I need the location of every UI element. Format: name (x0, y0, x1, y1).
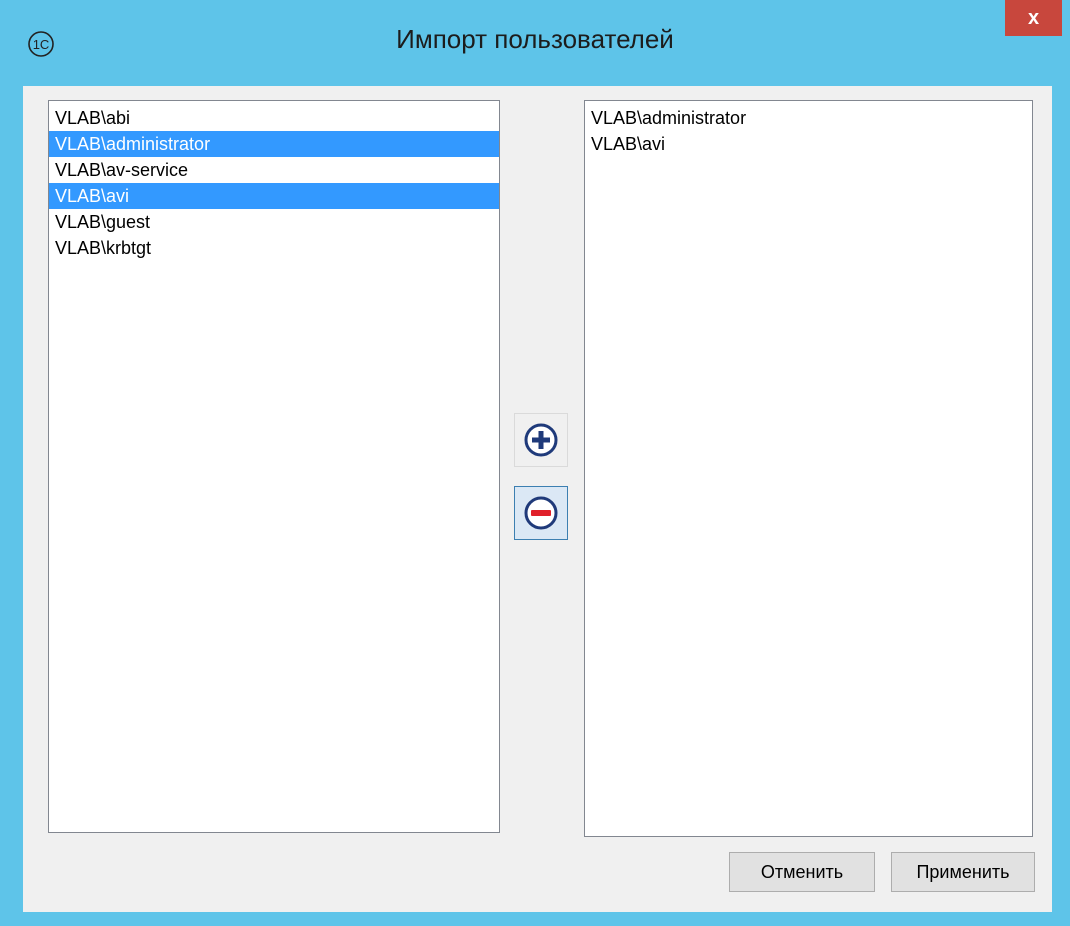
remove-button[interactable] (514, 486, 568, 540)
window-title: Импорт пользователей (396, 24, 674, 54)
list-item[interactable]: VLAB\avi (49, 183, 499, 209)
close-button[interactable]: x (1005, 0, 1062, 36)
list-item[interactable]: VLAB\av-service (49, 157, 499, 183)
list-item[interactable]: VLAB\administrator (49, 131, 499, 157)
dialog-body: VLAB\abi VLAB\administrator VLAB\av-serv… (23, 86, 1052, 912)
available-users-list[interactable]: VLAB\abi VLAB\administrator VLAB\av-serv… (48, 100, 500, 833)
minus-circle-icon (524, 496, 558, 530)
list-item[interactable]: VLAB\krbtgt (49, 235, 499, 261)
plus-circle-icon (524, 423, 558, 457)
list-item[interactable]: VLAB\avi (585, 131, 1032, 157)
list-item[interactable]: VLAB\administrator (585, 105, 1032, 131)
apply-button[interactable]: Применить (891, 852, 1035, 892)
import-users-dialog: 1С Импорт пользователей x VLAB\abi VLAB\… (0, 0, 1070, 926)
list-item[interactable]: VLAB\abi (49, 105, 499, 131)
cancel-button[interactable]: Отменить (729, 852, 875, 892)
title-bar[interactable]: 1С Импорт пользователей x (0, 0, 1070, 86)
selected-users-list[interactable]: VLAB\administrator VLAB\avi (584, 100, 1033, 837)
list-item[interactable]: VLAB\guest (49, 209, 499, 235)
add-button[interactable] (514, 413, 568, 467)
